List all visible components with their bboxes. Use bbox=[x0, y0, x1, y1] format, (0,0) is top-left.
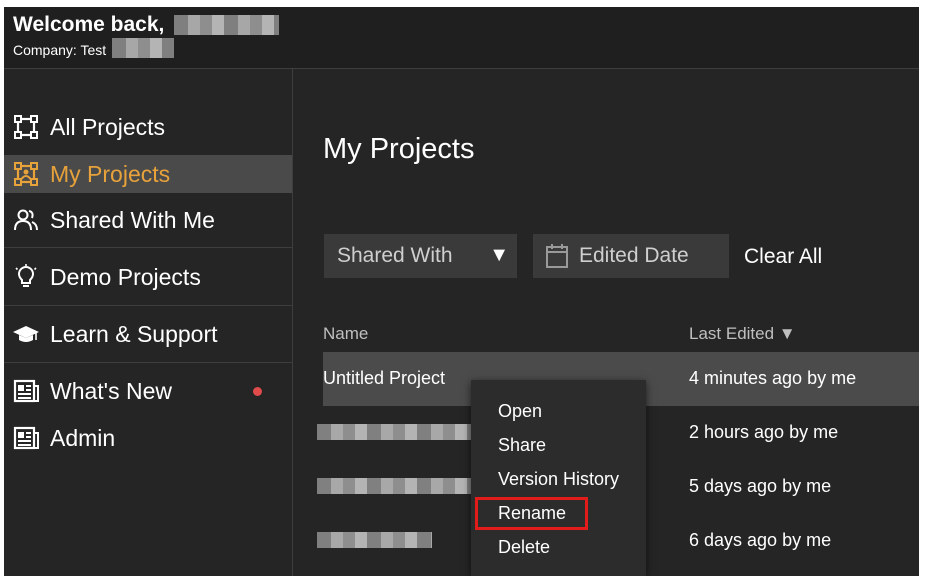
app-window: Welcome back, Company: Test All Projects… bbox=[4, 7, 919, 576]
edited-date-label: Edited Date bbox=[579, 244, 689, 267]
sidebar-item-label: My Projects bbox=[50, 160, 171, 187]
menu-item-rename[interactable]: Rename bbox=[498, 503, 566, 524]
menu-item-delete[interactable]: Delete bbox=[498, 537, 550, 558]
notification-dot bbox=[253, 386, 262, 396]
header: Welcome back, Company: Test bbox=[4, 7, 919, 69]
sidebar-item-label: All Projects bbox=[50, 113, 166, 140]
redacted-company bbox=[112, 38, 175, 59]
sidebar-item-label: Admin bbox=[50, 424, 116, 451]
column-header-name[interactable]: Name bbox=[323, 324, 368, 344]
calendar-icon bbox=[546, 244, 568, 268]
newspaper-icon bbox=[12, 377, 40, 405]
user-frame-icon bbox=[12, 160, 40, 188]
sidebar-item-label: Shared With Me bbox=[50, 206, 215, 233]
sidebar: All Projects My Projects Shared With Me … bbox=[4, 69, 293, 576]
redacted-project-name bbox=[317, 532, 432, 548]
sidebar-item-demo-projects[interactable]: Demo Projects bbox=[4, 258, 292, 296]
last-edited-value: 5 days ago by me bbox=[689, 476, 832, 496]
redacted-project-name bbox=[317, 424, 477, 440]
clear-all-button[interactable]: Clear All bbox=[744, 245, 822, 269]
column-header-last-edited[interactable]: Last Edited ▼ bbox=[689, 324, 796, 344]
sidebar-item-label: Demo Projects bbox=[50, 263, 201, 290]
sidebar-item-my-projects[interactable]: My Projects bbox=[4, 155, 292, 193]
redacted-username bbox=[174, 15, 280, 36]
company-text: Company: Test bbox=[13, 38, 175, 59]
chevron-down-icon: ▼ bbox=[489, 244, 509, 266]
frame-icon bbox=[12, 113, 40, 141]
edited-date-filter[interactable]: Edited Date bbox=[533, 234, 729, 278]
shared-with-dropdown[interactable]: Shared With ▼ bbox=[324, 234, 517, 278]
menu-item-open[interactable]: Open bbox=[498, 401, 542, 422]
sidebar-item-admin[interactable]: Admin bbox=[4, 419, 292, 457]
shared-with-label: Shared With bbox=[337, 244, 453, 267]
last-edited-value: 2 hours ago by me bbox=[689, 422, 839, 442]
context-menu: Open Share Version History Rename Delete bbox=[471, 380, 646, 576]
menu-item-share[interactable]: Share bbox=[498, 435, 546, 456]
sidebar-item-all-projects[interactable]: All Projects bbox=[4, 108, 292, 146]
sidebar-item-whats-new[interactable]: What's New bbox=[4, 372, 292, 410]
newspaper-icon bbox=[12, 424, 40, 452]
menu-item-version-history[interactable]: Version History bbox=[498, 469, 619, 490]
last-edited-value: 4 minutes ago by me bbox=[689, 368, 857, 388]
welcome-text: Welcome back, bbox=[13, 13, 280, 37]
page-title: My Projects bbox=[323, 133, 475, 165]
users-icon bbox=[12, 206, 40, 234]
lightbulb-icon bbox=[12, 263, 40, 291]
sidebar-divider bbox=[4, 247, 292, 248]
sidebar-item-learn-support[interactable]: Learn & Support bbox=[4, 315, 292, 353]
redacted-project-name bbox=[317, 478, 477, 494]
sidebar-divider bbox=[4, 362, 292, 363]
sidebar-item-label: What's New bbox=[50, 377, 172, 404]
sidebar-divider bbox=[4, 305, 292, 306]
graduation-cap-icon bbox=[12, 320, 40, 348]
welcome-label: Welcome back, bbox=[13, 13, 165, 36]
sidebar-item-label: Learn & Support bbox=[50, 320, 218, 347]
project-name: Untitled Project bbox=[323, 368, 446, 388]
last-edited-value: 6 days ago by me bbox=[689, 530, 832, 550]
company-label: Company: Test bbox=[13, 42, 107, 58]
sidebar-item-shared-with-me[interactable]: Shared With Me bbox=[4, 201, 292, 239]
main-content: My Projects Shared With ▼ Edited Date Cl… bbox=[293, 69, 919, 576]
